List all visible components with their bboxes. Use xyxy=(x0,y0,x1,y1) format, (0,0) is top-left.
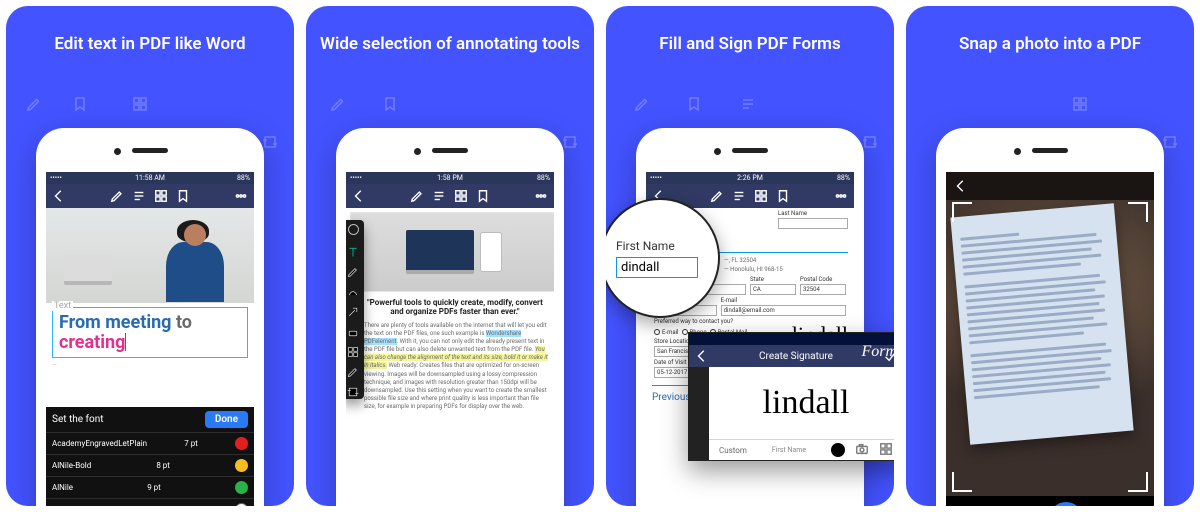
state-input[interactable]: CA xyxy=(750,284,796,295)
phone-mock: Multi-Page Automatic xyxy=(936,128,1164,506)
article-body: There are plenty of tools available on t… xyxy=(346,322,554,411)
camera-icon[interactable] xyxy=(855,441,869,460)
status-bar: •••••11:58 AM88% xyxy=(46,172,254,184)
status-bar: •••••2:26 PM88% xyxy=(646,172,854,184)
camera-view: Multi-Page Automatic xyxy=(946,172,1154,506)
phone-mock: •••••1:58 PM88% xyxy=(336,128,564,506)
promo-panel-annotate: Wide selection of annotating tools •••••… xyxy=(306,6,594,506)
bookmark-icon[interactable] xyxy=(776,189,790,203)
signature-tools xyxy=(689,367,709,460)
form-label: Form xyxy=(861,343,894,361)
font-row[interactable]: AlNile-Bold8 pt xyxy=(46,454,254,476)
panel-title: Set the font xyxy=(52,414,104,425)
create-signature-panel: Create Signature Form lindall Custom Fir… xyxy=(688,332,894,461)
custom-label: Custom xyxy=(719,446,747,455)
grid-icon[interactable] xyxy=(454,189,468,203)
hero-photo xyxy=(46,208,254,303)
email-input[interactable]: dindall@email.com xyxy=(721,305,846,316)
draw-tool-icon[interactable] xyxy=(347,283,359,295)
more-icon[interactable] xyxy=(834,189,848,203)
edit-text-box[interactable]: Text From meeting tocreating xyxy=(52,307,248,358)
panel-title: Create Signature xyxy=(759,351,833,362)
radio-phone[interactable] xyxy=(682,329,688,335)
crop-corner-icon xyxy=(1128,202,1148,222)
color-swatch-white[interactable] xyxy=(235,503,248,506)
crop-corner-icon xyxy=(1128,472,1148,492)
article-headline: "Powerful tools to quickly create, modif… xyxy=(364,298,546,316)
pencil-icon[interactable] xyxy=(110,189,124,203)
app-toolbar xyxy=(46,184,254,208)
font-row[interactable]: AmericanTypewriter-CondensedLight10 pt xyxy=(46,498,254,506)
headline: Fill and Sign PDF Forms xyxy=(649,34,850,54)
textbox-label: Text xyxy=(52,301,73,311)
palette-handle-icon[interactable] xyxy=(348,224,359,235)
bookmark-icon[interactable] xyxy=(476,189,490,203)
erase-tool-icon[interactable] xyxy=(347,323,359,335)
back-icon[interactable] xyxy=(695,349,709,363)
promo-panel-form: Fill and Sign PDF Forms First Name dinda… xyxy=(606,6,894,506)
postal-input[interactable]: 32504 xyxy=(800,284,846,295)
align-icon[interactable] xyxy=(432,189,446,203)
article-hero-image xyxy=(350,212,554,292)
font-row[interactable]: AcademyEngravedLetPlain7 pt xyxy=(46,432,254,454)
shutter-button[interactable] xyxy=(1049,502,1083,506)
color-swatch-green[interactable] xyxy=(235,481,248,494)
app-toolbar xyxy=(346,184,554,208)
annotate-tool-palette xyxy=(346,220,364,399)
text-tool-icon[interactable] xyxy=(347,243,359,255)
gallery-icon[interactable] xyxy=(879,441,893,460)
color-black-swatch[interactable] xyxy=(831,443,845,457)
status-bar: •••••1:58 PM88% xyxy=(346,172,554,184)
font-row[interactable]: AlNile9 pt xyxy=(46,476,254,498)
more-icon[interactable] xyxy=(534,189,548,203)
grid-icon[interactable] xyxy=(754,189,768,203)
first-name-input[interactable]: dindall xyxy=(616,257,698,278)
headline: Snap a photo into a PDF xyxy=(949,34,1151,54)
field-label: First Name xyxy=(616,239,718,253)
last-name-label: Last Name xyxy=(778,210,848,217)
pencil-icon[interactable] xyxy=(410,189,424,203)
radio-email[interactable] xyxy=(654,329,660,335)
phone-mock: •••••11:58 AM88% Text From meeting tocre… xyxy=(36,128,264,506)
color-swatch-red[interactable] xyxy=(235,437,248,450)
crop-corner-icon xyxy=(952,472,972,492)
filler-text: — xyxy=(46,362,254,369)
firstname-small: First Name xyxy=(772,446,806,454)
promo-panel-edit: Edit text in PDF like Word •••••11:58 AM… xyxy=(6,6,294,506)
shape-tool-icon[interactable] xyxy=(347,343,359,355)
font-panel: Set the font Done AcademyEngravedLetPlain… xyxy=(46,407,254,506)
align-icon[interactable] xyxy=(132,189,146,203)
pencil-icon[interactable] xyxy=(710,189,724,203)
done-button[interactable]: Done xyxy=(205,411,248,428)
back-icon[interactable] xyxy=(954,179,968,193)
scanned-page xyxy=(950,203,1133,444)
crop-corner-icon xyxy=(952,202,972,222)
color-swatch-yellow[interactable] xyxy=(235,459,248,472)
eyedropper-tool-icon[interactable] xyxy=(347,363,359,375)
back-icon[interactable] xyxy=(352,189,366,203)
headline: Wide selection of annotating tools xyxy=(310,34,590,54)
bookmark-icon[interactable] xyxy=(176,189,190,203)
more-icon[interactable] xyxy=(234,189,248,203)
headline: Edit text in PDF like Word xyxy=(44,34,255,54)
last-name-input[interactable] xyxy=(778,218,848,229)
crop-tool-icon[interactable] xyxy=(347,383,359,395)
highlight-tool-icon[interactable] xyxy=(347,263,359,275)
signature-canvas[interactable]: lindall xyxy=(709,367,894,440)
align-icon[interactable] xyxy=(732,189,746,203)
back-icon[interactable] xyxy=(52,189,66,203)
arrow-tool-icon[interactable] xyxy=(347,303,359,315)
grid-icon[interactable] xyxy=(154,189,168,203)
phone-mock: First Name dindall •••••2:26 PM88% Last … xyxy=(636,128,864,506)
promo-panel-camera: Snap a photo into a PDF xyxy=(906,6,1194,506)
